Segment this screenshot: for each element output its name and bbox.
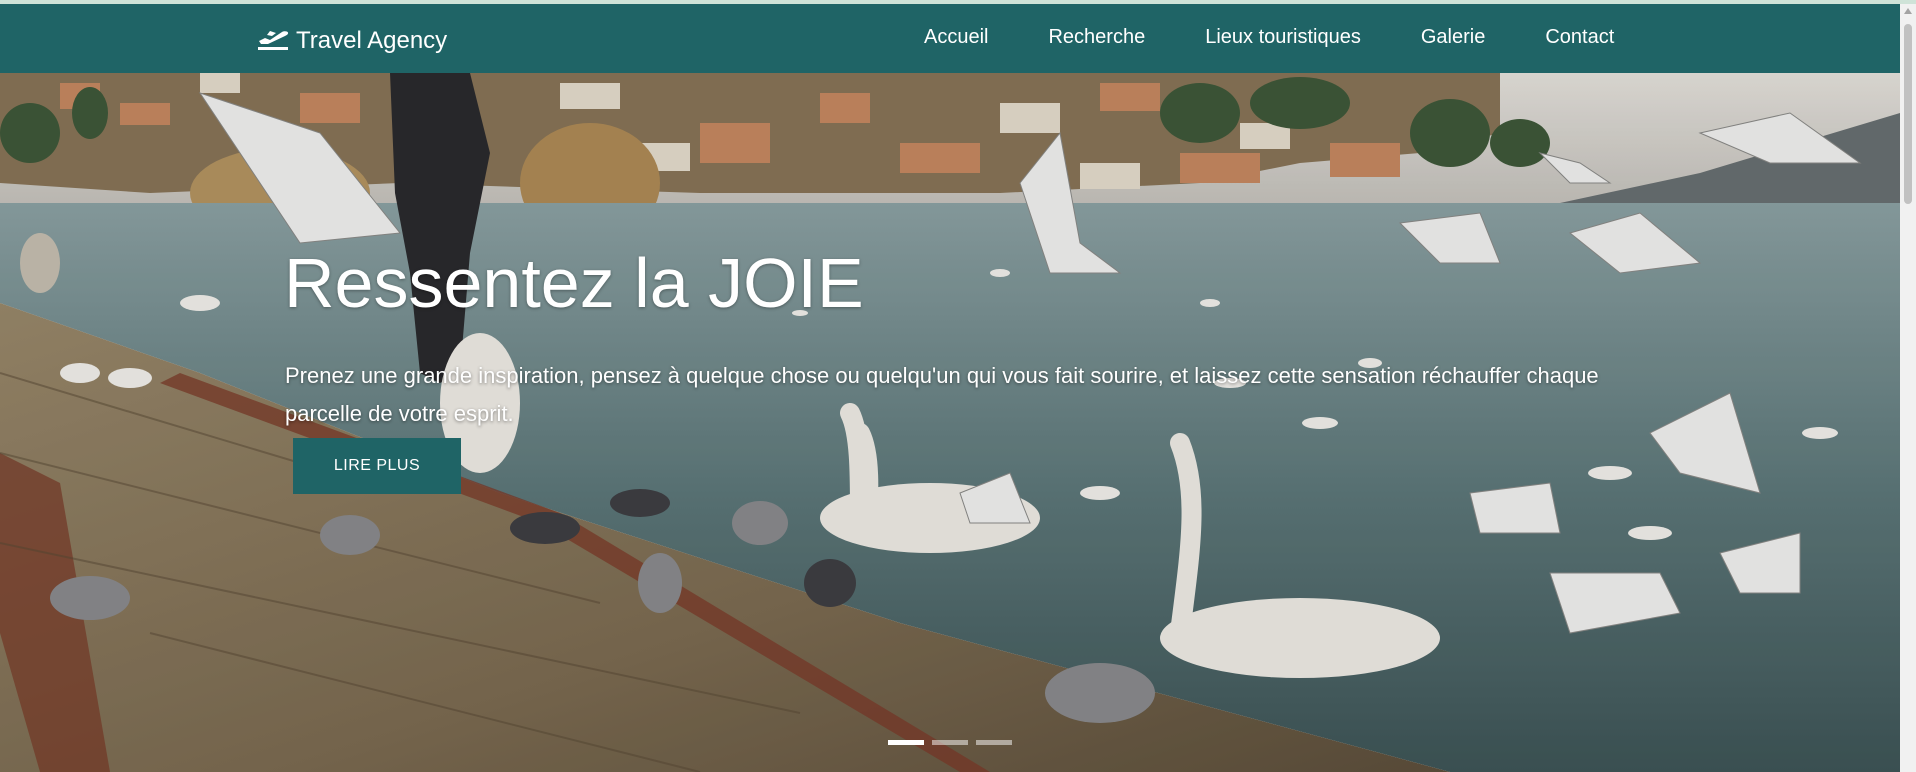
carousel-indicator-3[interactable]	[976, 740, 1012, 745]
carousel-indicators	[888, 740, 1012, 745]
nav-link-lieux-touristiques[interactable]: Lieux touristiques	[1205, 26, 1361, 49]
read-more-button[interactable]: LIRE PLUS	[293, 438, 461, 494]
scrollbar-thumb[interactable]	[1904, 24, 1912, 204]
navbar: Travel Agency Accueil Recherche Lieux to…	[0, 4, 1900, 73]
plane-departure-icon	[256, 24, 290, 59]
nav-link-accueil[interactable]: Accueil	[924, 26, 988, 49]
hero-carousel: Ressentez la JOIE Prenez une grande insp…	[0, 73, 1900, 772]
brand-logo[interactable]: Travel Agency	[256, 24, 447, 58]
carousel-indicator-1[interactable]	[888, 740, 924, 745]
nav-link-galerie[interactable]: Galerie	[1421, 26, 1485, 49]
scroll-up-icon[interactable]	[1904, 8, 1912, 14]
main-nav: Accueil Recherche Lieux touristiques Gal…	[924, 26, 1674, 49]
nav-link-contact[interactable]: Contact	[1545, 26, 1614, 49]
brand-name: Travel Agency	[296, 27, 448, 54]
hero-description: Prenez une grande inspiration, pensez à …	[285, 363, 1599, 426]
carousel-indicator-2[interactable]	[932, 740, 968, 745]
page-scrollbar[interactable]	[1900, 4, 1916, 772]
nav-link-recherche[interactable]: Recherche	[1048, 26, 1145, 49]
hero-title: Ressentez la JOIE	[284, 244, 864, 322]
